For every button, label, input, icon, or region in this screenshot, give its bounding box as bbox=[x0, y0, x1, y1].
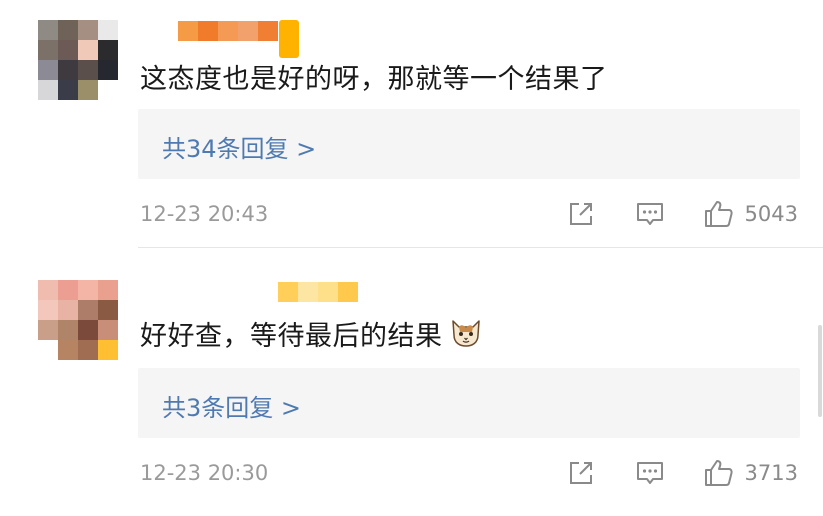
avatar-pixel bbox=[58, 80, 78, 100]
avatar-pixel bbox=[38, 40, 58, 60]
username-pixel bbox=[258, 21, 278, 41]
comment-timestamp: 12-23 20:43 bbox=[140, 202, 269, 226]
username-pixel bbox=[218, 21, 238, 41]
username-pixel bbox=[318, 282, 338, 302]
avatar-pixel bbox=[58, 300, 78, 320]
comment-item: 好好查，等待最后的结果 共3条回复 > 12-23 20:30 3713 bbox=[0, 260, 823, 516]
avatar-pixel bbox=[78, 80, 98, 100]
comment-icon bbox=[636, 462, 663, 484]
avatar-pixel bbox=[78, 20, 98, 40]
avatar[interactable] bbox=[38, 280, 118, 360]
avatar-pixel bbox=[58, 40, 78, 60]
comment-actions: 5043 bbox=[567, 197, 798, 231]
avatar-pixel bbox=[78, 320, 98, 340]
avatar-pixel bbox=[38, 80, 58, 100]
avatar-pixel bbox=[38, 20, 58, 40]
replies-box[interactable]: 共34条回复 > bbox=[138, 109, 800, 179]
comment-feed: 这态度也是好的呀，那就等一个结果了 共34条回复 > 12-23 20:43 5… bbox=[0, 0, 823, 516]
avatar-pixel bbox=[38, 280, 58, 300]
avatar-pixel bbox=[58, 320, 78, 340]
share-icon bbox=[569, 203, 592, 225]
scrollbar[interactable] bbox=[818, 325, 822, 417]
avatar-pixel bbox=[58, 20, 78, 40]
avatar-pixel bbox=[98, 340, 118, 360]
share-icon bbox=[569, 462, 592, 484]
thumbs-up-icon bbox=[704, 201, 733, 227]
avatar[interactable] bbox=[38, 20, 118, 100]
comment-text-content: 好好查，等待最后的结果 bbox=[140, 321, 443, 352]
like-button[interactable]: 5043 bbox=[703, 199, 798, 229]
comment-icon bbox=[636, 203, 663, 225]
avatar-pixel bbox=[78, 340, 98, 360]
avatar-pixel bbox=[98, 280, 118, 300]
comment-text: 这态度也是好的呀，那就等一个结果了 bbox=[140, 57, 608, 96]
avatar-pixel bbox=[38, 60, 58, 80]
username-pixel bbox=[338, 282, 358, 302]
avatar-pixel bbox=[58, 340, 78, 360]
avatar-pixel bbox=[98, 80, 118, 100]
avatar-pixel bbox=[38, 320, 58, 340]
user-badge bbox=[279, 20, 299, 58]
comment-actions: 3713 bbox=[567, 456, 798, 490]
like-button[interactable]: 3713 bbox=[703, 458, 798, 488]
view-replies-link[interactable]: 共34条回复 > bbox=[162, 129, 316, 164]
username-pixel bbox=[278, 282, 298, 302]
replies-box[interactable]: 共3条回复 > bbox=[138, 368, 800, 438]
username-pixel bbox=[178, 21, 198, 41]
avatar-pixel bbox=[58, 60, 78, 80]
avatar-pixel bbox=[38, 300, 58, 320]
username-pixel bbox=[298, 282, 318, 302]
cat-face-emoji bbox=[449, 315, 483, 356]
username[interactable] bbox=[178, 21, 278, 43]
avatar-pixel bbox=[98, 60, 118, 80]
avatar-pixel bbox=[98, 20, 118, 40]
reply-button[interactable] bbox=[635, 459, 665, 487]
comment-item: 这态度也是好的呀，那就等一个结果了 共34条回复 > 12-23 20:43 5… bbox=[0, 0, 823, 248]
avatar-pixel bbox=[98, 40, 118, 60]
share-button[interactable] bbox=[567, 459, 595, 487]
comment-text-content: 这态度也是好的呀，那就等一个结果了 bbox=[140, 64, 608, 95]
comment-text: 好好查，等待最后的结果 bbox=[140, 314, 483, 356]
avatar-pixel bbox=[78, 40, 98, 60]
share-button[interactable] bbox=[567, 200, 595, 228]
avatar-pixel bbox=[58, 280, 78, 300]
avatar-pixel bbox=[38, 340, 58, 360]
avatar-pixel bbox=[98, 320, 118, 340]
username-pixel bbox=[238, 21, 258, 41]
avatar-pixel bbox=[78, 300, 98, 320]
avatar-pixel bbox=[78, 280, 98, 300]
comment-timestamp: 12-23 20:30 bbox=[140, 461, 269, 485]
avatar-pixel bbox=[78, 60, 98, 80]
view-replies-link[interactable]: 共3条回复 > bbox=[162, 388, 301, 423]
thumbs-up-icon bbox=[704, 460, 733, 486]
username-pixel bbox=[198, 21, 218, 41]
comment-divider bbox=[138, 247, 823, 248]
like-count: 5043 bbox=[744, 202, 798, 226]
avatar-pixel bbox=[98, 300, 118, 320]
reply-button[interactable] bbox=[635, 200, 665, 228]
like-count: 3713 bbox=[744, 461, 798, 485]
username[interactable] bbox=[278, 282, 358, 304]
